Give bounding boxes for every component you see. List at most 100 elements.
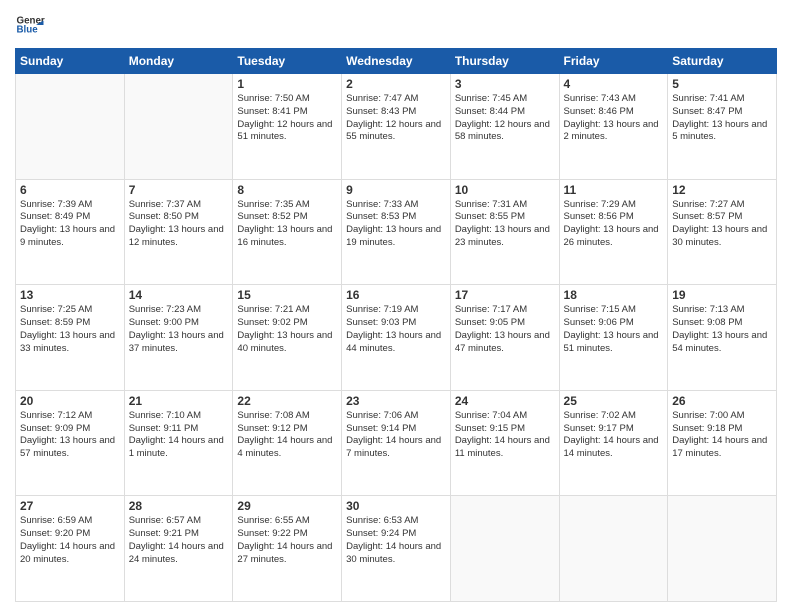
calendar-cell: 11Sunrise: 7:29 AM Sunset: 8:56 PM Dayli… [559,179,668,285]
page: General Blue SundayMondayTuesdayWednesda… [0,0,792,612]
calendar-cell: 16Sunrise: 7:19 AM Sunset: 9:03 PM Dayli… [342,285,451,391]
cell-info: Sunrise: 7:06 AM Sunset: 9:14 PM Dayligh… [346,410,446,461]
day-number: 4 [564,77,664,91]
day-number: 28 [129,499,229,513]
cell-info: Sunrise: 7:35 AM Sunset: 8:52 PM Dayligh… [237,199,337,250]
cell-info: Sunrise: 7:37 AM Sunset: 8:50 PM Dayligh… [129,199,229,250]
week-row-3: 13 Sunrise: 7:25 AM Sunset: 8:59 PM Dayli… [16,285,777,391]
cell-info: Sunrise: 7:39 AM Sunset: 8:49 PM Dayligh… [20,199,120,250]
cell-info: Sunrise: 7:02 AM Sunset: 9:17 PM Dayligh… [564,410,664,461]
cell-info: Sunrise: 7:43 AM Sunset: 8:46 PM Dayligh… [564,93,664,144]
calendar-cell: 17 Sunrise: 7:17 AM Sunset: 9:05 PM Dayli… [450,285,559,391]
cell-info: Sunrise: 7:25 AM Sunset: 8:59 PM Dayligh… [20,304,120,355]
cell-info: Sunrise: 7:33 AM Sunset: 8:53 PM Dayligh… [346,199,446,250]
day-number: 19 [672,288,772,302]
day-number: 11 [564,183,664,197]
cell-info: Sunrise: 6:53 AM Sunset: 9:24 PM Dayligh… [346,515,446,566]
day-number: 12 [672,183,772,197]
calendar-cell: 7 Sunrise: 7:37 AM Sunset: 8:50 PM Daylig… [124,179,233,285]
calendar-cell: 2 Sunrise: 7:47 AM Sunset: 8:43 PM Daylig… [342,74,451,180]
day-number: 30 [346,499,446,513]
calendar-cell: 3 Sunrise: 7:45 AM Sunset: 8:44 PM Daylig… [450,74,559,180]
calendar-cell: 23 Sunrise: 7:06 AM Sunset: 9:14 PM Dayli… [342,390,451,496]
day-number: 26 [672,394,772,408]
day-number: 14 [129,288,229,302]
day-number: 23 [346,394,446,408]
calendar-cell: 5Sunrise: 7:41 AM Sunset: 8:47 PM Daylig… [668,74,777,180]
day-number: 29 [237,499,337,513]
cell-info: Sunrise: 7:13 AM Sunset: 9:08 PM Dayligh… [672,304,772,355]
weekday-header-row: SundayMondayTuesdayWednesdayThursdayFrid… [16,49,777,74]
calendar-cell: 30 Sunrise: 6:53 AM Sunset: 9:24 PM Dayli… [342,496,451,602]
day-number: 10 [455,183,555,197]
cell-info: Sunrise: 7:00 AM Sunset: 9:18 PM Dayligh… [672,410,772,461]
calendar-cell: 4 Sunrise: 7:43 AM Sunset: 8:46 PM Daylig… [559,74,668,180]
day-number: 20 [20,394,120,408]
day-number: 24 [455,394,555,408]
day-number: 21 [129,394,229,408]
cell-info: Sunrise: 7:15 AM Sunset: 9:06 PM Dayligh… [564,304,664,355]
day-number: 16 [346,288,446,302]
day-number: 13 [20,288,120,302]
cell-info: Sunrise: 7:45 AM Sunset: 8:44 PM Dayligh… [455,93,555,144]
day-number: 1 [237,77,337,91]
cell-info: Sunrise: 6:57 AM Sunset: 9:21 PM Dayligh… [129,515,229,566]
calendar-cell [124,74,233,180]
cell-info: Sunrise: 7:23 AM Sunset: 9:00 PM Dayligh… [129,304,229,355]
cell-info: Sunrise: 7:21 AM Sunset: 9:02 PM Dayligh… [237,304,337,355]
cell-info: Sunrise: 6:59 AM Sunset: 9:20 PM Dayligh… [20,515,120,566]
week-row-2: 6 Sunrise: 7:39 AM Sunset: 8:49 PM Daylig… [16,179,777,285]
cell-info: Sunrise: 7:08 AM Sunset: 9:12 PM Dayligh… [237,410,337,461]
logo-icon: General Blue [15,10,45,40]
day-number: 17 [455,288,555,302]
calendar-cell: 25 Sunrise: 7:02 AM Sunset: 9:17 PM Dayli… [559,390,668,496]
cell-info: Sunrise: 7:10 AM Sunset: 9:11 PM Dayligh… [129,410,229,461]
week-row-4: 20 Sunrise: 7:12 AM Sunset: 9:09 PM Dayli… [16,390,777,496]
calendar-cell: 6 Sunrise: 7:39 AM Sunset: 8:49 PM Daylig… [16,179,125,285]
weekday-header-thursday: Thursday [450,49,559,74]
week-row-1: 1Sunrise: 7:50 AM Sunset: 8:41 PM Daylig… [16,74,777,180]
cell-info: Sunrise: 7:12 AM Sunset: 9:09 PM Dayligh… [20,410,120,461]
weekday-header-monday: Monday [124,49,233,74]
day-number: 7 [129,183,229,197]
weekday-header-sunday: Sunday [16,49,125,74]
day-number: 27 [20,499,120,513]
calendar-cell: 27 Sunrise: 6:59 AM Sunset: 9:20 PM Dayli… [16,496,125,602]
calendar-cell [559,496,668,602]
day-number: 3 [455,77,555,91]
svg-text:Blue: Blue [17,25,39,36]
calendar-cell: 21 Sunrise: 7:10 AM Sunset: 9:11 PM Dayli… [124,390,233,496]
calendar-cell: 15Sunrise: 7:21 AM Sunset: 9:02 PM Dayli… [233,285,342,391]
calendar-cell: 22Sunrise: 7:08 AM Sunset: 9:12 PM Dayli… [233,390,342,496]
cell-info: Sunrise: 7:47 AM Sunset: 8:43 PM Dayligh… [346,93,446,144]
day-number: 18 [564,288,664,302]
calendar-cell: 14 Sunrise: 7:23 AM Sunset: 9:00 PM Dayli… [124,285,233,391]
cell-info: Sunrise: 7:04 AM Sunset: 9:15 PM Dayligh… [455,410,555,461]
day-number: 2 [346,77,446,91]
calendar-cell: 13 Sunrise: 7:25 AM Sunset: 8:59 PM Dayli… [16,285,125,391]
calendar-cell: 18 Sunrise: 7:15 AM Sunset: 9:06 PM Dayli… [559,285,668,391]
calendar-cell: 1Sunrise: 7:50 AM Sunset: 8:41 PM Daylig… [233,74,342,180]
weekday-header-tuesday: Tuesday [233,49,342,74]
calendar-cell: 20 Sunrise: 7:12 AM Sunset: 9:09 PM Dayli… [16,390,125,496]
cell-info: Sunrise: 7:41 AM Sunset: 8:47 PM Dayligh… [672,93,772,144]
calendar-cell: 8 Sunrise: 7:35 AM Sunset: 8:52 PM Daylig… [233,179,342,285]
calendar-cell: 24 Sunrise: 7:04 AM Sunset: 9:15 PM Dayli… [450,390,559,496]
cell-info: Sunrise: 7:27 AM Sunset: 8:57 PM Dayligh… [672,199,772,250]
calendar-cell: 26 Sunrise: 7:00 AM Sunset: 9:18 PM Dayli… [668,390,777,496]
day-number: 25 [564,394,664,408]
logo: General Blue [15,10,45,40]
calendar-cell: 19 Sunrise: 7:13 AM Sunset: 9:08 PM Dayli… [668,285,777,391]
weekday-header-friday: Friday [559,49,668,74]
calendar-cell [450,496,559,602]
calendar-cell: 10Sunrise: 7:31 AM Sunset: 8:55 PM Dayli… [450,179,559,285]
day-number: 8 [237,183,337,197]
calendar-cell [16,74,125,180]
calendar-cell [668,496,777,602]
day-number: 9 [346,183,446,197]
day-number: 6 [20,183,120,197]
cell-info: Sunrise: 7:17 AM Sunset: 9:05 PM Dayligh… [455,304,555,355]
header: General Blue [15,10,777,40]
calendar-cell: 12 Sunrise: 7:27 AM Sunset: 8:57 PM Dayli… [668,179,777,285]
calendar-cell: 9 Sunrise: 7:33 AM Sunset: 8:53 PM Daylig… [342,179,451,285]
